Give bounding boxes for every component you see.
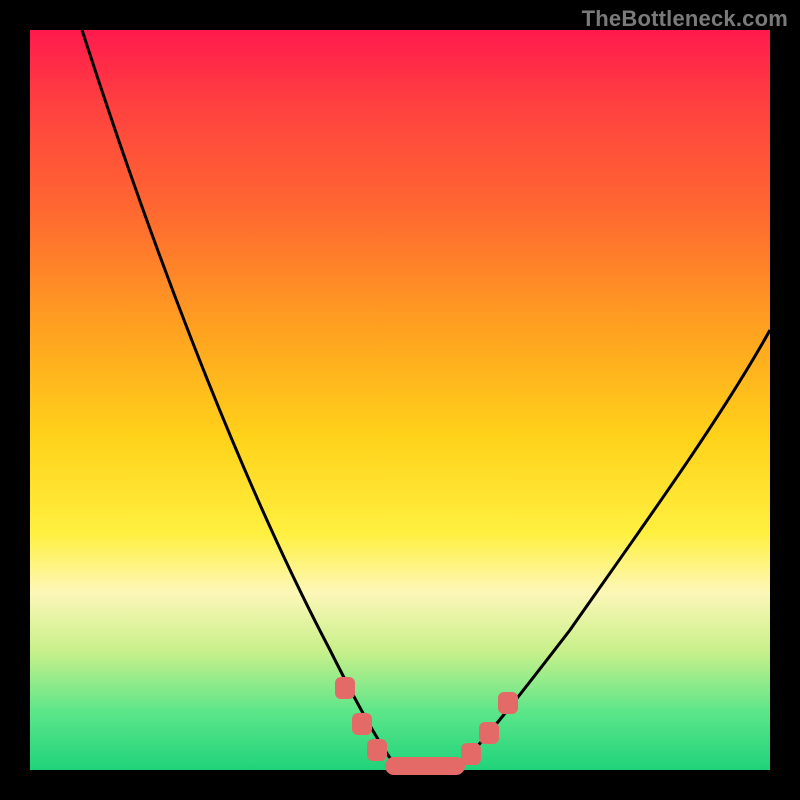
watermark-text: TheBottleneck.com <box>582 6 788 32</box>
curve-floor-marker <box>385 757 465 775</box>
curve-marker <box>479 722 499 744</box>
chart-frame: TheBottleneck.com <box>0 0 800 800</box>
curve-marker <box>498 692 518 714</box>
curve-marker <box>352 713 372 735</box>
curve-left-branch <box>82 30 395 765</box>
bottleneck-curve <box>30 30 770 770</box>
curve-marker <box>461 743 481 765</box>
curve-marker <box>335 677 355 699</box>
gradient-plot-area <box>30 30 770 770</box>
curve-marker <box>367 739 387 761</box>
